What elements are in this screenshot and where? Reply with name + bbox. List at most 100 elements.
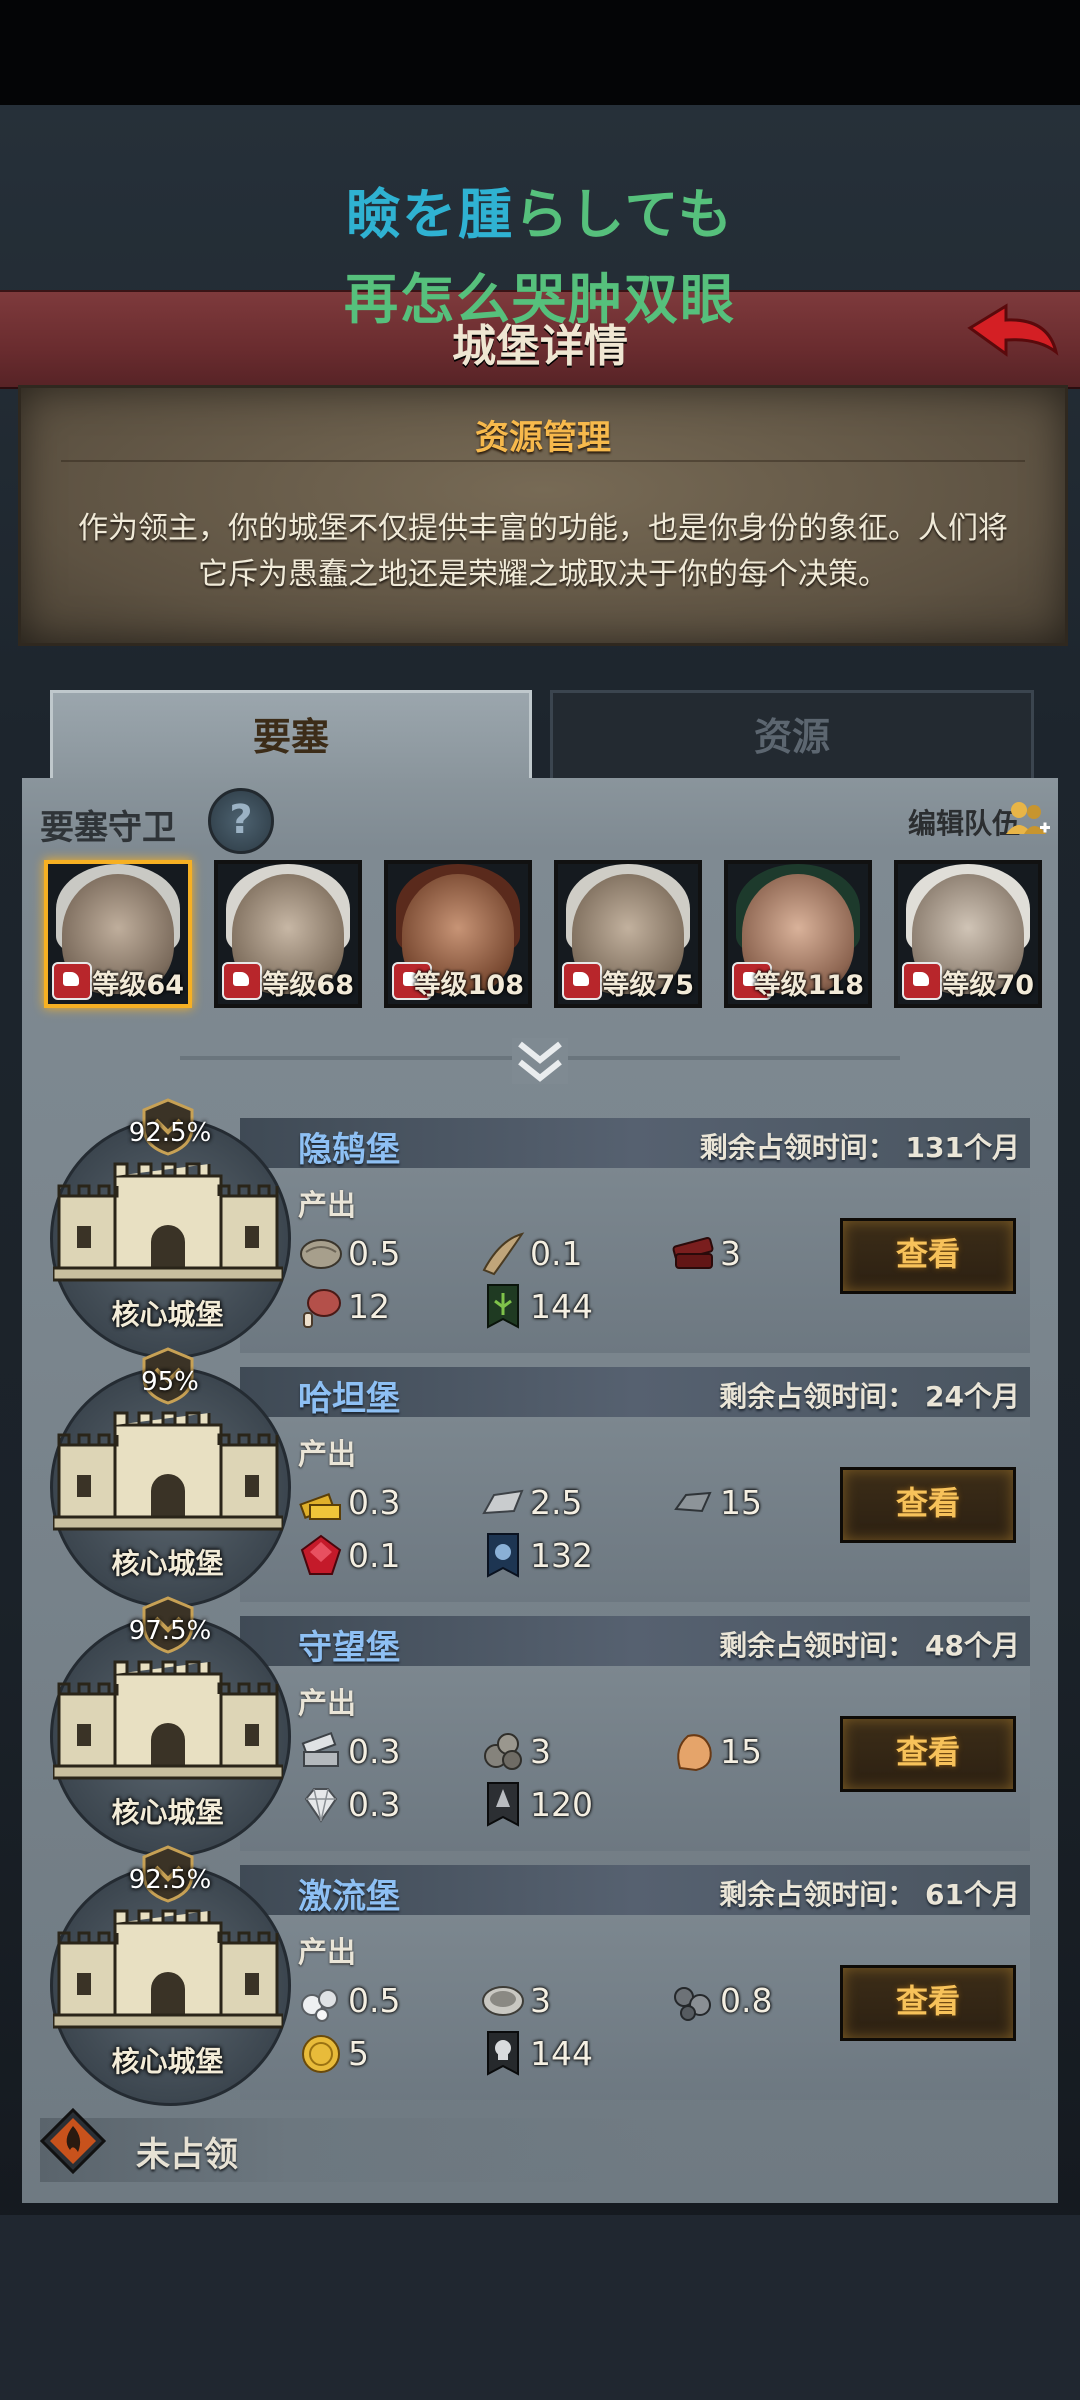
lyric-part: 腫 [458,183,515,246]
pearls-icon [301,1989,338,2022]
resource-value: 15 [720,1732,762,1771]
guards-title: 要塞守卫 [40,808,176,848]
intro-divider [61,460,1025,462]
resource-value: 5 [348,2034,369,2073]
unoccupied-bar[interactable] [40,2118,660,2182]
lumber-icon [672,1236,714,1269]
output-label: 产出 [298,1437,357,1471]
hero-level: 等级70 [942,970,1034,1001]
view-button[interactable]: 查看 [840,1467,1016,1543]
resource-value: 2.5 [530,1483,583,1522]
resource-value: 144 [530,1287,593,1326]
meat-icon [303,1289,341,1328]
banner-gray-icon [487,1782,519,1827]
oyster-icon [482,1986,524,2016]
intro-card: 资源管理 作为领主，你的城堡不仅提供丰富的功能，也是你身份的象征。人们将它斥为愚… [18,385,1068,646]
resource-value: 3 [530,1732,551,1771]
resource-value: 0.3 [348,1785,401,1824]
castle-name[interactable]: 哈坦堡 [298,1371,400,1420]
resource-value: 3 [530,1981,551,2020]
hero-slot-5[interactable]: 等级118 [724,860,872,1008]
resource-value: 0.1 [530,1234,583,1273]
castle-icon [53,1411,283,1531]
lyric-line-2: 再怎么哭肿双眼 [0,255,1080,334]
banner-tree-icon [487,1284,519,1329]
resource-value: 15 [720,1483,762,1522]
lyric-part: らしても [514,183,734,246]
castle-percent: 97.5% [128,1616,212,1646]
resource-value: 3 [720,1234,741,1273]
faction-wolf-icon [222,962,262,1000]
resource-value: 0.5 [348,1981,401,2020]
castle-percent: 92.5% [128,1118,212,1148]
hero-slot-2[interactable]: 等级68 [214,860,362,1008]
faction-wolf-icon [52,962,92,1000]
tab-resources[interactable]: 资源 [550,690,1034,784]
hero-slot-3[interactable]: 等级108 [384,860,532,1008]
core-castle-label: 核心城堡 [111,2045,224,2078]
expand-chevron-icon[interactable] [512,1038,568,1084]
castle-card: 97.5% 核心城堡 守望堡 剩余占领时间： 48个月产出 0.3 3 15 0.3 120 查看 [50,1596,1030,1857]
castle-percent: 95% [141,1367,199,1397]
unoccupied-label: 未占领 [136,2135,238,2175]
silver-ingot-icon [482,1489,524,1515]
horn-icon [482,1232,525,1276]
resource-value: 0.3 [348,1483,401,1522]
dark-pearls-icon [674,1987,711,2021]
castle-card: 95% 核心城堡 哈坦堡 剩余占领时间： 24个月产出 0.3 2.5 15 0.1 132 查看 [50,1347,1030,1608]
output-label: 产出 [298,1935,357,1969]
castle-name[interactable]: 激流堡 [298,1869,400,1918]
castle-icon [53,1162,283,1282]
diamond-icon [304,1788,338,1823]
hero-level: 等级118 [753,970,864,1001]
intro-description: 作为领主，你的城堡不仅提供丰富的功能，也是你身份的象征。人们将它斥为愚蠢之地还是… [78,511,1008,592]
castle-icon [53,1909,283,2029]
castle-name[interactable]: 守望堡 [298,1620,400,1669]
steel-bars-icon [301,1731,339,1767]
hero-level: 等级108 [413,970,524,1001]
stone-ore-icon [484,1733,522,1770]
ruby-icon [300,1534,342,1575]
stone-slab-icon [300,1239,342,1269]
lyric-part: 再怎么哭肿双眼 [344,268,736,331]
banner-blue-icon [487,1533,519,1578]
remaining-time: 剩余占领时间： 24个月 [719,1380,1020,1413]
intro-title: 资源管理 [475,418,611,458]
castle-card: 92.5% 核心城堡 激流堡 剩余占领时间： 61个月 产出 0.5 3 0.8 5 144 查看 [50,1845,1030,2106]
resource-value: 0.1 [348,1536,401,1575]
bottom-area [0,2215,1080,2400]
resource-value: 132 [530,1536,593,1575]
hero-slot-6[interactable]: 等级70 [894,860,1042,1008]
core-castle-label: 核心城堡 [111,1547,224,1580]
view-button[interactable]: 查看 [840,1218,1016,1294]
hero-slot-1[interactable]: 等级64 [44,860,192,1008]
hero-slot-4[interactable]: 等级75 [554,860,702,1008]
core-castle-label: 核心城堡 [111,1298,224,1331]
resource-value: 120 [530,1785,593,1824]
core-castle-label: 核心城堡 [111,1796,224,1829]
team-edit-icon[interactable] [1004,798,1052,842]
fire-emblem-icon [40,2108,106,2174]
castle-card: 92.5% 核心城堡 隐鸫堡 剩余占领时间： 131个月 产出 0.5 0.1 3 12 144 查… [50,1098,1030,1359]
tab-fortress[interactable]: 要塞 [50,690,532,781]
view-button[interactable]: 查看 [840,1716,1016,1792]
resource-value: 0.3 [348,1732,401,1771]
gold-coin-icon [302,2035,340,2073]
resource-value: 0.8 [720,1981,773,2020]
resource-value: 144 [530,2034,593,2073]
tab-bar: 要塞 资源 [50,690,1034,784]
castle-percent: 92.5% [128,1865,212,1895]
copper-ore-icon [677,1734,712,1772]
castle-icon [53,1660,283,1780]
banner-skull-icon [487,2031,519,2076]
faction-wolf-icon [562,962,602,1000]
help-icon[interactable]: ? [208,788,274,854]
status-bar [0,0,1080,105]
output-label: 产出 [298,1686,357,1720]
hero-level: 等级68 [262,970,354,1001]
lyric-line-1: 瞼を腫らしても [0,170,1080,249]
castle-name[interactable]: 隐鸫堡 [298,1122,400,1171]
remaining-time: 剩余占领时间： 48个月 [719,1629,1020,1662]
view-button[interactable]: 查看 [840,1965,1016,2041]
faction-wolf-icon [902,962,942,1000]
